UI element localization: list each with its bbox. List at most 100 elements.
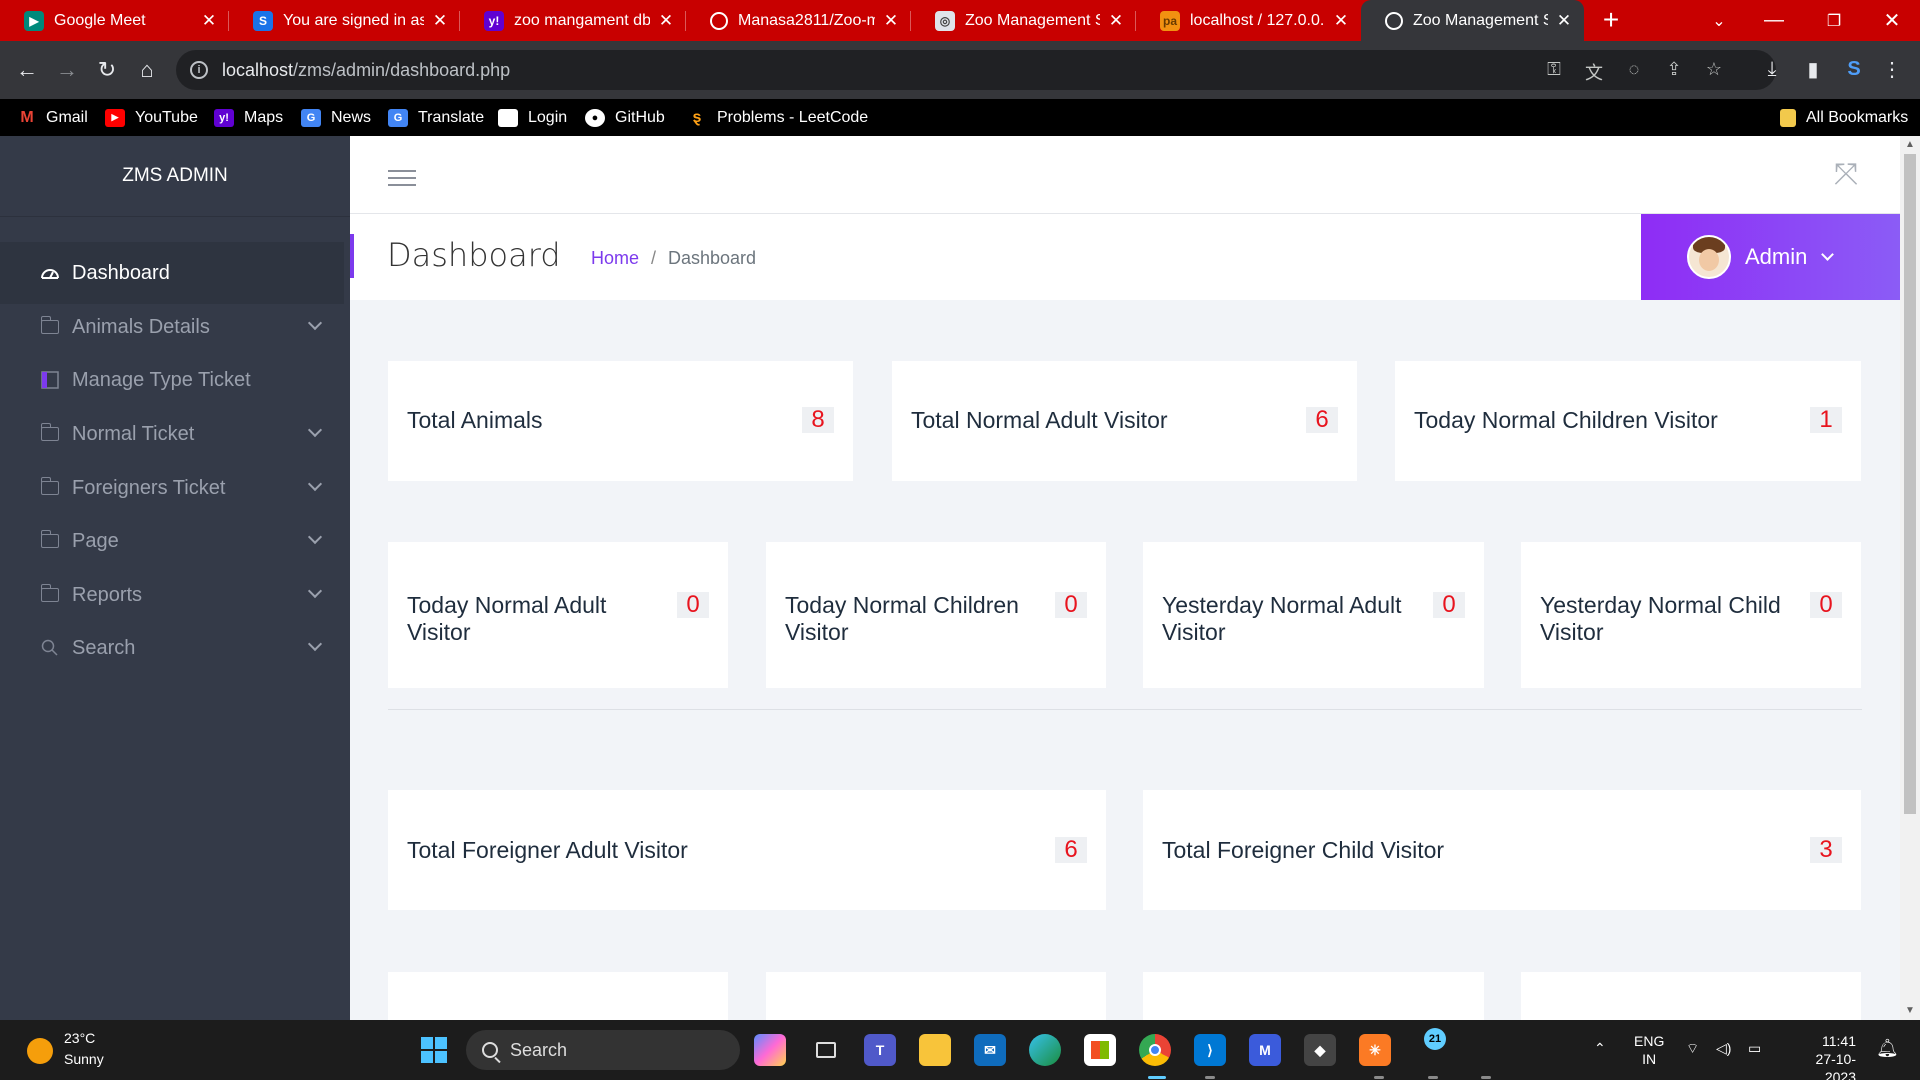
side-panel-icon[interactable]: ▮ xyxy=(1797,53,1829,85)
battery-icon[interactable]: ▭ xyxy=(1748,1040,1761,1057)
stat-card-total-animals[interactable]: Total Animals 8 xyxy=(388,361,853,481)
sidebar-item-search[interactable]: Search xyxy=(0,617,350,679)
stat-card-today-normal-children-visitor[interactable]: Today Normal Children Visitor 1 xyxy=(1395,361,1861,481)
sidebar-item-page[interactable]: Page xyxy=(0,510,350,572)
close-window-button[interactable]: ✕ xyxy=(1864,0,1920,41)
close-tab-icon[interactable]: ✕ xyxy=(658,11,674,31)
site-info-icon[interactable]: i xyxy=(190,61,208,79)
browser-tab[interactable]: y! zoo mangament dbm ✕ xyxy=(460,0,686,41)
notification-bell-icon[interactable]: 🔔︎ xyxy=(1876,1038,1899,1059)
user-menu-button[interactable]: Admin xyxy=(1641,214,1900,300)
show-hidden-icons-chevron[interactable]: ⌃ xyxy=(1594,1040,1606,1057)
restore-button[interactable]: ❐ xyxy=(1806,0,1862,41)
stat-card-partial[interactable] xyxy=(1521,972,1861,1020)
new-tab-button[interactable]: + xyxy=(1595,5,1627,37)
bookmark-news[interactable]: G News xyxy=(301,99,371,136)
minimize-button[interactable]: — xyxy=(1746,0,1802,41)
close-tab-icon[interactable]: ✕ xyxy=(432,11,448,31)
stat-card-total-normal-adult-visitor[interactable]: Total Normal Adult Visitor 6 xyxy=(892,361,1357,481)
edge-icon[interactable] xyxy=(1029,1034,1061,1066)
google-news-icon: G xyxy=(301,108,321,127)
hamburger-menu-icon[interactable] xyxy=(388,170,416,191)
browser-tab[interactable]: S You are signed in as ✕ xyxy=(229,0,460,41)
stat-card-partial[interactable] xyxy=(1143,972,1484,1020)
task-view-icon[interactable] xyxy=(810,1034,842,1066)
teams-icon[interactable]: T xyxy=(864,1034,896,1066)
download-icon[interactable]: ⤓ xyxy=(1756,53,1788,85)
stat-card-yesterday-normal-child-visitor[interactable]: Yesterday Normal Child Visitor 0 xyxy=(1521,542,1861,688)
windows-start-icon[interactable] xyxy=(418,1034,450,1066)
forward-arrow-icon[interactable]: → xyxy=(51,54,83,86)
bookmark-github[interactable]: ● GitHub xyxy=(585,99,665,136)
stat-card-partial[interactable] xyxy=(388,972,728,1020)
share-icon[interactable]: ⇪ xyxy=(1663,59,1685,80)
profile-extension-icon[interactable]: S xyxy=(1838,53,1870,85)
vscode-icon[interactable]: ⟩ xyxy=(1194,1034,1226,1066)
tab-search-icon[interactable]: ⌄ xyxy=(1691,0,1747,41)
globe-icon xyxy=(710,11,728,30)
wifi-icon[interactable]: ⌔ xyxy=(1686,1040,1699,1058)
sun-icon[interactable] xyxy=(27,1038,53,1064)
all-bookmarks[interactable]: All Bookmarks xyxy=(1780,99,1908,136)
scroll-up-arrow-icon[interactable]: ▲ xyxy=(1904,140,1916,150)
stat-card-yesterday-normal-adult-visitor[interactable]: Yesterday Normal Adult Visitor 0 xyxy=(1143,542,1484,688)
back-arrow-icon[interactable]: ← xyxy=(11,54,43,86)
scroll-down-arrow-icon[interactable]: ▼ xyxy=(1904,1006,1916,1016)
reload-icon[interactable]: ↻ xyxy=(91,54,123,86)
taskbar-search-box[interactable]: Search xyxy=(466,1030,740,1070)
browser-tab[interactable]: pa localhost / 127.0.0.1 ✕ xyxy=(1136,0,1361,41)
close-tab-icon[interactable]: ✕ xyxy=(883,11,899,31)
volume-icon[interactable]: ◁) xyxy=(1716,1040,1731,1057)
stat-card-partial[interactable] xyxy=(766,972,1106,1020)
weather-temperature[interactable]: 23°C xyxy=(64,1030,95,1046)
bookmark-maps[interactable]: y! Maps xyxy=(214,99,283,136)
chrome-icon[interactable] xyxy=(1139,1034,1171,1066)
xampp-icon[interactable]: ✳ xyxy=(1359,1034,1391,1066)
stat-card-total-foreigner-child-visitor[interactable]: Total Foreigner Child Visitor 3 xyxy=(1143,790,1861,910)
home-icon[interactable]: ⌂ xyxy=(131,54,163,86)
language-indicator[interactable]: ENG IN xyxy=(1634,1032,1664,1068)
google-meet-icon: ▶ xyxy=(24,10,44,31)
notification-badge[interactable]: 21 xyxy=(1424,1028,1446,1050)
clock[interactable]: 11:41 27-10-2023 xyxy=(1786,1032,1856,1080)
kebab-menu-icon[interactable]: ⋮ xyxy=(1876,53,1908,85)
jetbrains-icon[interactable]: M xyxy=(1249,1034,1281,1066)
copilot-icon[interactable] xyxy=(754,1034,786,1066)
close-tab-icon[interactable]: ✕ xyxy=(1108,11,1124,31)
browser-tab[interactable]: ▶ Google Meet ✕ xyxy=(0,0,229,41)
translate-icon[interactable]: 文 xyxy=(1583,59,1605,85)
bookmark-gmail[interactable]: M Gmail xyxy=(18,99,87,136)
close-tab-icon[interactable]: ✕ xyxy=(1333,11,1349,31)
windows-taskbar: 23°C Sunny Search T ✉ ⟩ M ◆ ✳ 21 ⌃ ENG IN… xyxy=(0,1020,1920,1080)
bookmark-leetcode[interactable]: ȿ Problems - LeetCode xyxy=(687,99,869,136)
avatar xyxy=(1687,235,1731,279)
stat-card-today-normal-adult-visitor[interactable]: Today Normal Adult Visitor 0 xyxy=(388,542,728,688)
close-tab-icon[interactable]: ✕ xyxy=(201,11,217,31)
bookmark-star-icon[interactable]: ☆ xyxy=(1703,59,1725,80)
fullscreen-expand-icon[interactable]: ⤧ xyxy=(1830,160,1862,192)
file-explorer-icon[interactable] xyxy=(919,1034,951,1066)
mail-icon[interactable]: ✉ xyxy=(974,1034,1006,1066)
sidebar-item-manage-type-ticket[interactable]: Manage Type Ticket xyxy=(0,349,350,411)
stat-card-today-normal-children-visitor[interactable]: Today Normal Children Visitor 0 xyxy=(766,542,1106,688)
breadcrumb-home-link[interactable]: Home xyxy=(591,248,639,269)
weather-condition[interactable]: Sunny xyxy=(64,1051,104,1067)
browser-tab-active[interactable]: Zoo Management Sy ✕ xyxy=(1361,0,1584,41)
brand-title[interactable]: ZMS ADMIN xyxy=(0,136,350,217)
stat-card-total-foreigner-adult-visitor[interactable]: Total Foreigner Adult Visitor 6 xyxy=(388,790,1106,910)
address-bar[interactable]: i localhost/zms/admin/dashboard.php ⚿ 文 … xyxy=(176,50,1776,90)
eye-slash-icon[interactable]: ◌ xyxy=(1623,59,1645,80)
unity-icon[interactable]: ◆ xyxy=(1304,1034,1336,1066)
browser-tab[interactable]: ◎ Zoo Management Sy ✕ xyxy=(911,0,1136,41)
chevron-down-icon xyxy=(307,422,323,438)
store-icon[interactable] xyxy=(1084,1034,1116,1066)
sidebar-item-dashboard[interactable]: Dashboard xyxy=(0,242,344,304)
bookmark-youtube[interactable]: ▶ YouTube xyxy=(105,99,198,136)
browser-tab[interactable]: Manasa2811/Zoo-ma ✕ xyxy=(686,0,911,41)
scrollbar-thumb[interactable] xyxy=(1904,154,1916,814)
sidebar-item-normal-ticket[interactable]: Normal Ticket xyxy=(0,403,350,465)
bookmark-login[interactable]: Login xyxy=(498,99,567,136)
key-icon[interactable]: ⚿ xyxy=(1543,59,1565,80)
bookmark-translate[interactable]: G Translate xyxy=(388,99,484,136)
close-tab-icon[interactable]: ✕ xyxy=(1556,11,1572,31)
